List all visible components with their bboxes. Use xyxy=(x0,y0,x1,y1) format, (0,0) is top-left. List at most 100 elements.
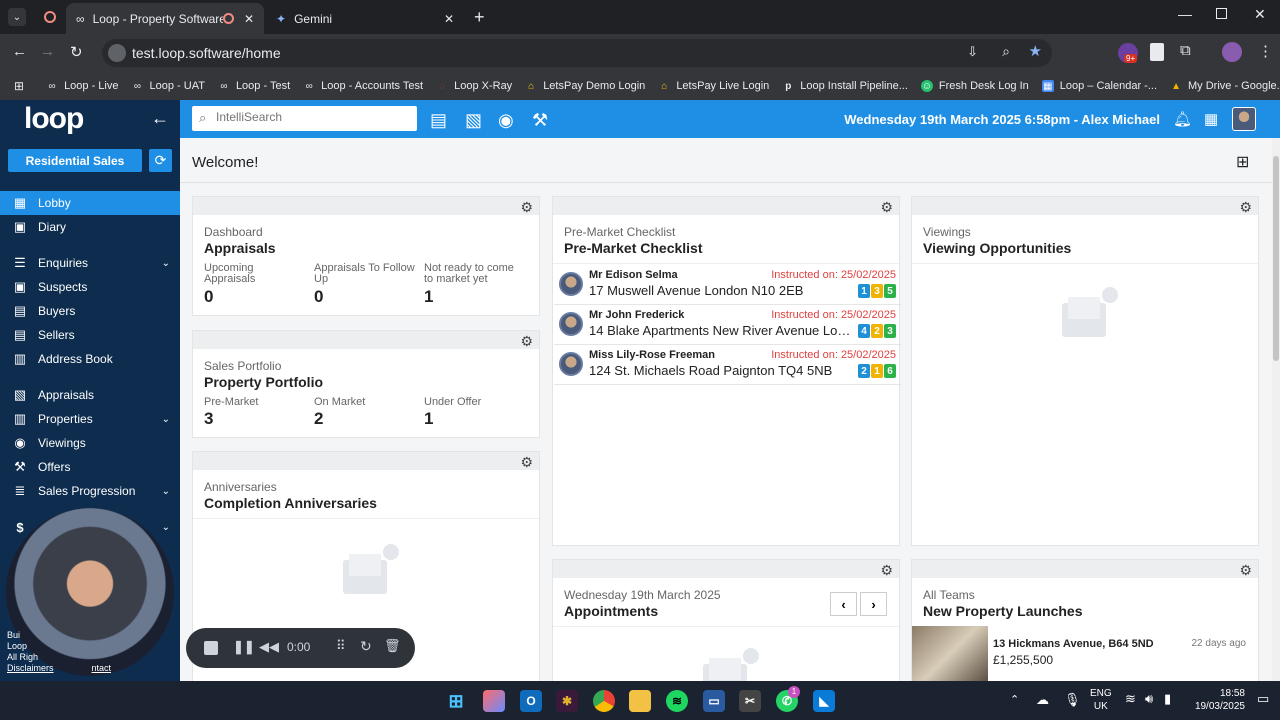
reload-icon[interactable]: ↻ xyxy=(70,43,83,61)
spotify-icon[interactable]: ≋ xyxy=(666,690,688,712)
show-hidden-icons[interactable]: ⌃ xyxy=(1010,693,1019,706)
wifi-icon[interactable]: ≋ xyxy=(1125,691,1136,707)
slack-icon[interactable]: ✱ xyxy=(556,690,578,712)
bookmark-loop-calendar[interactable]: ▦ Loop – Calendar -... xyxy=(1041,80,1157,92)
loop-logo[interactable]: loop xyxy=(24,102,84,136)
disclaimers-link[interactable]: Disclaimers xyxy=(7,663,54,673)
chevron-down-icon[interactable]: ⌄ xyxy=(162,258,170,269)
forward-icon[interactable]: → xyxy=(40,43,55,60)
stat-value[interactable]: 1 xyxy=(424,287,433,307)
checklist-row[interactable]: Mr John Frederick 14 Blake Apartments Ne… xyxy=(554,305,901,345)
maximize-button[interactable] xyxy=(1216,8,1227,19)
gear-icon[interactable]: ⚙ xyxy=(520,333,533,350)
language-indicator[interactable]: ENG UK xyxy=(1090,687,1112,713)
launch-item[interactable]: 13 Hickmans Avenue, B64 5ND £1,255,500 2… xyxy=(912,626,1258,681)
bookmark-loop-xray[interactable]: ◌ Loop X-Ray xyxy=(436,80,512,92)
gear-icon[interactable]: ⚙ xyxy=(1239,199,1252,216)
chrome-icon[interactable] xyxy=(593,690,615,712)
add-widget-icon[interactable]: ⊞ xyxy=(1236,152,1249,172)
remote-desktop-icon[interactable]: ▭ xyxy=(703,690,725,712)
gear-icon[interactable]: ⚙ xyxy=(880,562,893,579)
extensions-puzzle-icon[interactable]: ⧉ xyxy=(1180,42,1191,59)
pause-icon[interactable]: ❚❚ xyxy=(233,639,255,655)
bookmark-loop-accounts-test[interactable]: ∞ Loop - Accounts Test xyxy=(303,80,424,92)
contact-link[interactable]: ntact xyxy=(92,663,112,673)
tab-loop[interactable]: ∞ Loop - Property Software ✕ xyxy=(66,3,264,34)
nav-appraisals[interactable]: ▧ Appraisals xyxy=(0,383,180,407)
bookmark-my-drive[interactable]: ▲ My Drive - Google... xyxy=(1170,80,1280,92)
onedrive-icon[interactable]: ☁ xyxy=(1036,692,1049,708)
scrollbar-thumb[interactable] xyxy=(1273,156,1279,361)
nav-lobby[interactable]: ▦ Lobby xyxy=(0,191,180,215)
add-viewing-icon[interactable]: ◉ xyxy=(498,110,514,131)
nav-offers[interactable]: ⚒ Offers xyxy=(0,455,180,479)
file-explorer-icon[interactable] xyxy=(629,690,651,712)
next-day-button[interactable]: › xyxy=(860,592,887,616)
clipboard-icon[interactable]: ▦ xyxy=(1204,110,1218,128)
volume-icon[interactable]: 🔊︎ xyxy=(1145,691,1153,707)
gear-icon[interactable]: ⚙ xyxy=(1239,562,1252,579)
bookmark-star-icon[interactable]: ★ xyxy=(1029,42,1042,60)
windows-start-icon[interactable]: ⊞ xyxy=(445,690,467,712)
browser-menu-icon[interactable]: ⋮ xyxy=(1258,42,1273,60)
add-offer-icon[interactable]: ⚒ xyxy=(532,110,548,131)
gear-icon[interactable]: ⚙ xyxy=(520,454,533,471)
battery-icon[interactable]: ▮ xyxy=(1164,691,1171,707)
gear-icon[interactable]: ⚙ xyxy=(520,199,533,216)
stat-value[interactable]: 0 xyxy=(204,287,213,307)
stat-value[interactable]: 2 xyxy=(314,409,323,429)
snipping-tool-icon[interactable]: ✂ xyxy=(739,690,761,712)
nav-address-book[interactable]: ▥ Address Book xyxy=(0,347,180,371)
chevron-down-icon[interactable]: ⌄ xyxy=(162,414,170,425)
microphone-icon[interactable]: 🎙︎ xyxy=(1064,692,1081,708)
switch-department-icon[interactable]: ⟳ xyxy=(149,149,172,172)
stat-value[interactable]: 3 xyxy=(204,409,213,429)
bookmark-loop-live[interactable]: ∞ Loop - Live xyxy=(46,80,118,92)
nav-enquiries[interactable]: ☰ Enquiries ⌄ xyxy=(0,251,180,275)
stat-value[interactable]: 0 xyxy=(314,287,323,307)
nav-diary[interactable]: ▣ Diary xyxy=(0,215,180,239)
tab-gemini[interactable]: ✦ Gemini ✕ xyxy=(266,3,464,34)
stat-value[interactable]: 1 xyxy=(424,409,433,429)
site-info-icon[interactable] xyxy=(108,44,126,62)
user-avatar[interactable] xyxy=(1232,107,1256,131)
clock[interactable]: 18:58 19/03/2025 xyxy=(1193,687,1245,713)
nav-properties[interactable]: ▥ Properties ⌄ xyxy=(0,407,180,431)
prev-day-button[interactable]: ‹ xyxy=(830,592,857,616)
copilot-icon[interactable] xyxy=(483,690,505,712)
checklist-row[interactable]: Mr Edison Selma 17 Muswell Avenue London… xyxy=(554,265,901,305)
trash-icon[interactable]: 🗑︎ xyxy=(384,638,401,654)
extension-shield-icon[interactable] xyxy=(1150,43,1164,61)
bookmark-loop-test[interactable]: ∞ Loop - Test xyxy=(218,80,290,92)
install-icon[interactable]: ⇩ xyxy=(967,44,978,60)
chevron-down-icon[interactable]: ⌄ xyxy=(162,522,170,533)
outlook-icon[interactable]: O xyxy=(520,690,542,712)
collapse-sidebar-icon[interactable]: ← xyxy=(151,108,169,129)
search-input[interactable] xyxy=(216,110,406,124)
close-icon[interactable]: ✕ xyxy=(444,12,454,26)
nav-buyers[interactable]: ▤ Buyers xyxy=(0,299,180,323)
bookmark-freshdesk[interactable]: ☺ Fresh Desk Log In xyxy=(920,80,1029,92)
rewind-icon[interactable]: ◀◀ xyxy=(259,639,279,655)
new-tab-button[interactable]: + xyxy=(474,7,485,28)
apps-grid-icon[interactable]: ⊞ xyxy=(14,79,24,93)
window-close-button[interactable]: ✕ xyxy=(1254,6,1266,23)
nav-suspects[interactable]: ▣ Suspects xyxy=(0,275,180,299)
profile-avatar[interactable] xyxy=(1222,42,1242,62)
minimize-button[interactable]: — xyxy=(1178,6,1192,22)
azure-icon[interactable]: ◣ xyxy=(813,690,835,712)
add-note-icon[interactable]: ▧ xyxy=(465,110,482,131)
bookmark-loop-install-pipeline[interactable]: p Loop Install Pipeline... xyxy=(782,80,908,92)
grid-dots-icon[interactable]: ⠿ xyxy=(336,638,346,654)
intellisearch-box[interactable]: ⌕ xyxy=(192,106,417,131)
notifications-icon[interactable]: ▭ xyxy=(1257,691,1269,707)
close-icon[interactable]: ✕ xyxy=(244,12,254,26)
add-contact-icon[interactable]: ▤ xyxy=(430,110,447,131)
gear-icon[interactable]: ⚙ xyxy=(880,199,893,216)
nav-sellers[interactable]: ▤ Sellers xyxy=(0,323,180,347)
checklist-row[interactable]: Miss Lily-Rose Freeman 124 St. Michaels … xyxy=(554,345,901,385)
back-icon[interactable]: ← xyxy=(12,43,27,60)
zoom-icon[interactable]: ⌕ xyxy=(1002,43,1010,60)
restart-icon[interactable]: ↻ xyxy=(360,638,372,655)
nav-viewings[interactable]: ◉ Viewings xyxy=(0,431,180,455)
